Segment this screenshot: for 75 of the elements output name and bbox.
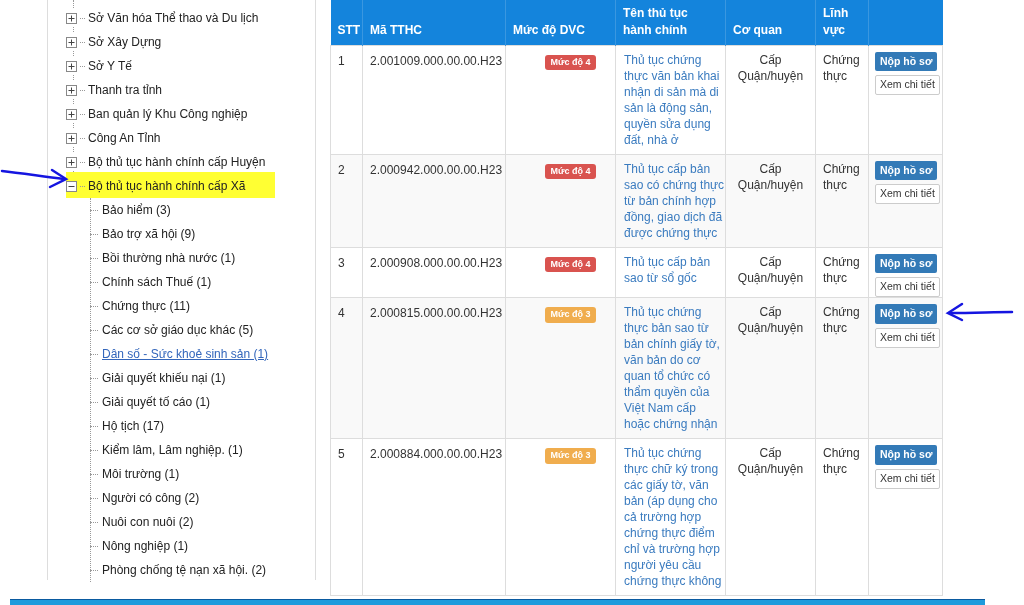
expand-icon[interactable] bbox=[66, 12, 77, 24]
tree-item[interactable]: Công An Tỉnh bbox=[88, 129, 161, 147]
submit-button[interactable]: Nộp hồ sơ bbox=[875, 51, 938, 72]
level-badge: Mức độ 3 bbox=[545, 307, 596, 323]
tree-item[interactable]: Bộ thủ tục hành chính cấp Huyện bbox=[88, 153, 266, 171]
arrow-icon bbox=[944, 300, 1014, 322]
expand-icon[interactable] bbox=[66, 156, 77, 168]
level-badge: Mức độ 4 bbox=[545, 163, 596, 179]
expand-icon[interactable] bbox=[66, 108, 77, 120]
table-cell: 2.001009.000.00.00.H23 bbox=[362, 45, 506, 154]
tree-item[interactable]: Môi trường (1) bbox=[102, 465, 180, 483]
table-cell: 2.000884.000.00.00.H23 bbox=[362, 438, 506, 596]
tree-item[interactable]: Chứng thực (11) bbox=[102, 297, 190, 315]
tree-item[interactable]: Thanh tra tỉnh bbox=[88, 81, 163, 99]
tree-item[interactable]: Bộ thủ tục hành chính cấp Xã bbox=[88, 177, 246, 195]
column-header: Mã TTHC bbox=[362, 0, 506, 45]
table-cell: Chứng thực bbox=[815, 247, 869, 298]
column-header: Mức độ DVC bbox=[505, 0, 616, 45]
tree-item[interactable]: Chính sách Thuế (1) bbox=[102, 273, 212, 291]
table-cell: 5 bbox=[330, 438, 363, 596]
expand-icon[interactable] bbox=[66, 132, 77, 144]
expand-icon[interactable] bbox=[66, 36, 77, 48]
submit-button[interactable]: Nộp hồ sơ bbox=[875, 253, 938, 274]
arrow-icon bbox=[0, 168, 70, 190]
details-button[interactable]: Xem chi tiết bbox=[875, 327, 940, 348]
tree-item[interactable]: Bảo hiểm (3) bbox=[102, 201, 171, 219]
tree-item[interactable]: Ban quản lý Khu Công nghiệp bbox=[88, 105, 248, 123]
expand-icon[interactable] bbox=[66, 84, 77, 96]
column-header: Cơ quan bbox=[725, 0, 816, 45]
tree-item[interactable]: Giải quyết khiếu nại (1) bbox=[102, 369, 226, 387]
table-cell: Chứng thực bbox=[815, 45, 869, 154]
tree-item[interactable]: Nuôi con nuôi (2) bbox=[102, 513, 194, 531]
table-cell: Chứng thực bbox=[815, 297, 869, 439]
table-cell: 2.000815.000.00.00.H23 bbox=[362, 297, 506, 439]
tree-item[interactable]: Sở Xây Dựng bbox=[88, 33, 162, 51]
level-badge: Mức độ 3 bbox=[545, 448, 596, 464]
expand-icon[interactable] bbox=[66, 60, 77, 72]
tree-item[interactable]: Người có công (2) bbox=[102, 489, 200, 507]
column-header: Lĩnh vực bbox=[815, 0, 869, 45]
table-cell: 2.000942.000.00.00.H23 bbox=[362, 154, 506, 247]
collapse-icon[interactable] bbox=[66, 180, 77, 192]
details-button[interactable]: Xem chi tiết bbox=[875, 184, 940, 204]
table-cell: Cấp Quận/huyện bbox=[725, 45, 816, 154]
table-cell: 2.000908.000.00.00.H23 bbox=[362, 247, 506, 298]
level-badge: Mức độ 4 bbox=[545, 54, 596, 70]
tree-item[interactable]: Nông nghiệp (1) bbox=[102, 537, 189, 555]
table-cell: Cấp Quận/huyện bbox=[725, 438, 816, 596]
tree-item[interactable]: Phòng chống tệ nạn xã hội. (2) bbox=[102, 561, 267, 579]
details-button[interactable]: Xem chi tiết bbox=[875, 277, 940, 297]
submit-button[interactable]: Nộp hồ sơ bbox=[875, 304, 938, 324]
tree-item[interactable]: Kiểm lâm, Lâm nghiệp. (1) bbox=[102, 441, 243, 459]
tree-item[interactable]: Bảo trợ xã hội (9) bbox=[102, 225, 196, 243]
level-badge: Mức độ 4 bbox=[545, 256, 596, 272]
table-cell: 4 bbox=[330, 297, 363, 439]
table-cell: Cấp Quận/huyện bbox=[725, 297, 816, 439]
details-button[interactable]: Xem chi tiết bbox=[875, 75, 940, 95]
column-header: STT bbox=[330, 0, 363, 45]
submit-button[interactable]: Nộp hồ sơ bbox=[875, 160, 938, 181]
table-cell: 3 bbox=[330, 247, 363, 298]
tree-item[interactable]: Sở Y Tế bbox=[88, 57, 132, 75]
details-button[interactable]: Xem chi tiết bbox=[875, 468, 940, 489]
tree-item[interactable]: Dân số - Sức khoẻ sinh sản (1) bbox=[102, 345, 269, 363]
column-header: Tên thủ tục hành chính bbox=[615, 0, 726, 45]
table-cell: Chứng thực bbox=[815, 154, 869, 247]
tree-item[interactable]: Hộ tịch (17) bbox=[102, 417, 165, 435]
table-cell: Cấp Quận/huyện bbox=[725, 154, 816, 247]
submit-button[interactable]: Nộp hồ sơ bbox=[875, 445, 938, 465]
tree-item[interactable]: Sở Văn hóa Thể thao và Du lịch bbox=[88, 9, 259, 27]
table-cell: 1 bbox=[330, 45, 363, 154]
tree-item[interactable]: Các cơ sở giáo dục khác (5) bbox=[102, 321, 254, 339]
table-cell: 2 bbox=[330, 154, 363, 247]
tree-item[interactable]: Bồi thường nhà nước (1) bbox=[102, 249, 236, 267]
table-cell: Chứng thực bbox=[815, 438, 869, 596]
tree-item[interactable]: Giải quyết tố cáo (1) bbox=[102, 393, 211, 411]
table-cell: Cấp Quận/huyện bbox=[725, 247, 816, 298]
